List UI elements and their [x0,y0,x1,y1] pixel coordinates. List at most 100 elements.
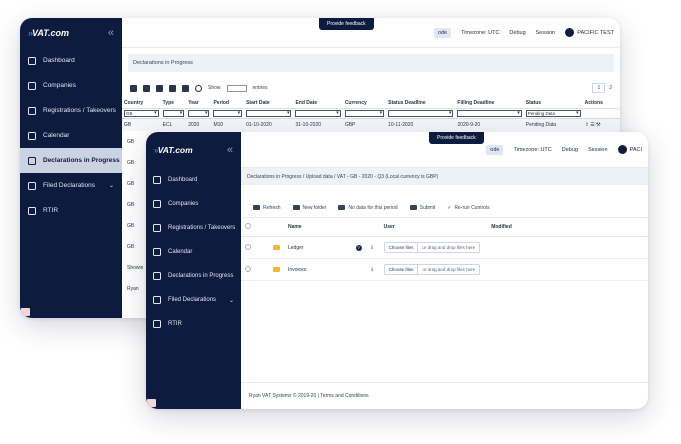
wrench-icon[interactable]: ⚒ [596,122,600,128]
column-name[interactable]: Name [284,218,352,237]
file-upload-dropzone[interactable]: Choose files or drag and drop files here [383,264,481,275]
files-table: Name User Modified Ledger ? ⋮ Choose fil… [241,218,648,281]
collapse-sidebar-icon[interactable]: « [108,27,114,39]
column-header[interactable]: Status Deadline [386,98,456,109]
excel-icon[interactable] [156,84,163,92]
column-header[interactable]: Period [211,98,245,109]
collapse-sidebar-icon[interactable]: « [227,144,233,156]
filter-select[interactable] [457,110,522,117]
sidebar-item-filed-declarations[interactable]: Filed Declarations ⌄ [20,173,122,198]
debug-link[interactable]: Debug [562,147,578,153]
filter-select[interactable] [246,110,292,117]
column-header[interactable]: Start Date [244,98,294,109]
more-options-icon[interactable]: ⋮ [370,245,375,251]
mode-toggle[interactable]: ode [433,27,452,38]
sidebar-item-label: Filed Declarations [168,297,217,303]
brand-logo[interactable]: »VAT.com [154,145,193,155]
cell-country: GB [124,122,132,128]
sidebar-item-companies[interactable]: Companies [20,73,122,98]
submit-icon [409,205,417,210]
filter-select[interactable]: GB [124,110,159,117]
cell-filling-deadline: 2020-9-20 [457,122,481,128]
column-header[interactable]: End Date [293,98,343,109]
sidebar-item-declarations-in-progress[interactable]: Declarations in Progress [20,148,122,173]
column-modified[interactable]: Modified [487,218,648,237]
column-header[interactable]: Status [523,98,583,109]
column-user[interactable]: User [379,218,488,237]
mode-toggle[interactable]: ode [486,144,504,155]
new-folder-icon [292,205,300,210]
table-row[interactable]: Invoices ⋮ Choose files or drag and drop … [241,258,648,281]
folder-name[interactable]: Invoices [284,258,352,281]
row-radio[interactable] [245,265,251,272]
folder-icon [273,244,280,250]
users-icon [28,106,36,115]
rerun-controls-button[interactable]: ✓ Re-run Controls [447,205,490,211]
sidebar-item-companies[interactable]: Companies [146,192,241,216]
sidebar-item-label: Calendar [43,132,70,139]
choose-files-button[interactable]: Choose files [385,243,419,252]
sidebar-item-calendar[interactable]: Calendar [20,123,122,148]
session-link[interactable]: Session [588,147,608,153]
sidebar-item-filed-declarations[interactable]: Filed Declarations ⌄ [146,288,241,312]
sidebar-item-label: RTIR [168,321,182,327]
user-profile[interactable]: PACI [617,145,642,154]
folder-name[interactable]: Ledger [284,236,352,259]
session-link[interactable]: Session [536,30,556,36]
select-all-radio[interactable] [245,223,251,229]
filter-select[interactable] [213,110,243,117]
submit-button[interactable]: Submit [409,204,436,211]
no-data-button[interactable]: No data for this period [338,205,398,211]
sidebar-item-rtir[interactable]: RTIR [146,312,241,336]
column-header[interactable]: Filling Deadline [455,98,524,109]
more-options-icon[interactable]: ⋮ [370,267,375,273]
filter-select[interactable] [388,110,454,117]
upload-icon[interactable]: ⇧ [585,122,589,128]
submit-label: Submit [419,204,436,211]
print-icon[interactable] [182,84,189,92]
page-button[interactable]: 1 [592,83,606,93]
provide-feedback-button[interactable]: Provide feedback [319,18,374,30]
sidebar-item-dashboard[interactable]: Dashboard [146,168,241,192]
column-header[interactable]: Country [122,98,161,109]
filter-select[interactable] [295,110,341,117]
sidebar-item-calendar[interactable]: Calendar [146,240,241,264]
filter-select[interactable] [344,110,385,117]
sidebar-item-declarations-in-progress[interactable]: Declarations in Progress [146,264,241,288]
column-header[interactable]: Year [186,98,212,109]
copy-icon[interactable] [130,84,137,92]
brand-logo[interactable]: »VAT.com [28,28,69,38]
page-button[interactable]: 2 [609,85,612,91]
sidebar-item-rtir[interactable]: RTIR [20,198,122,223]
laptop-icon [153,320,161,328]
sidebar: »VAT.com « Dashboard Companies Registrat… [20,18,122,318]
new-folder-button[interactable]: New folder [292,205,326,211]
reset-icon[interactable] [195,84,202,92]
column-header[interactable]: Currency [342,98,387,109]
provide-feedback-button[interactable]: Provide feedback [429,132,484,144]
column-header[interactable]: Type [160,98,187,109]
drop-hint: or drag and drop files here [422,267,476,272]
sidebar-item-dashboard[interactable]: Dashboard [20,48,122,73]
sidebar-item-registrations[interactable]: Registrations / Takeovers [146,216,241,240]
pdf-icon[interactable] [169,84,176,92]
refresh-button[interactable]: Refresh [253,205,281,211]
debug-link[interactable]: Debug [509,30,525,36]
user-profile[interactable]: PACIFIC TEST [565,28,614,37]
sidebar-item-registrations[interactable]: Registrations / Takeovers [20,98,122,123]
list-icon[interactable]: ☰ [590,122,594,128]
csv-icon[interactable] [143,84,150,92]
timezone-link[interactable]: Timezone: UTC [461,30,499,36]
help-icon[interactable]: ? [355,244,362,251]
filter-select[interactable] [162,110,185,117]
filter-select[interactable]: Pending Data [525,110,581,117]
timezone-link[interactable]: Timezone: UTC [513,147,551,153]
table-row[interactable]: GB ECL 2020 M10 01-10-2020 31-10-2020 GB… [122,118,620,131]
row-radio[interactable] [245,243,251,250]
entries-select[interactable] [226,84,247,92]
file-upload-dropzone[interactable]: Choose files or drag and drop files here [383,242,481,253]
building-icon [28,81,36,90]
filter-select[interactable] [188,110,210,117]
table-row[interactable]: Ledger ? ⋮ Choose files or drag and drop … [241,236,648,259]
choose-files-button[interactable]: Choose files [385,265,419,274]
